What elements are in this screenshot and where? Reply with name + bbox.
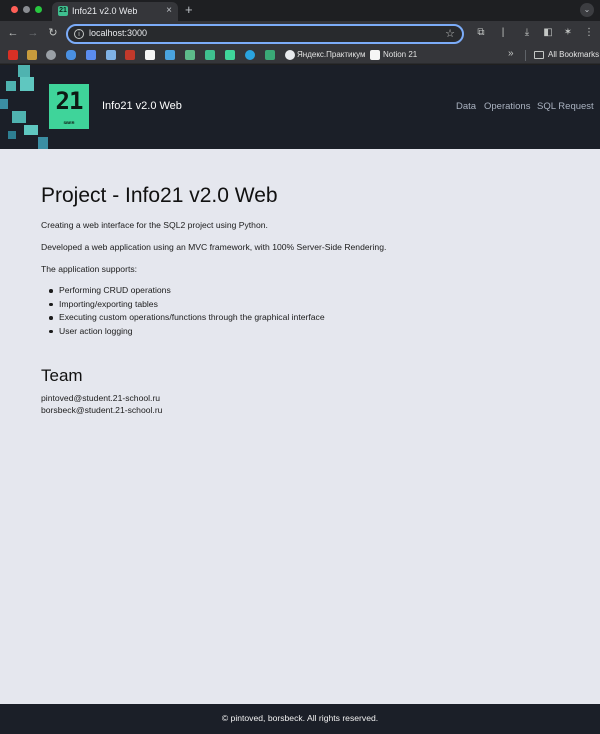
logo-text: 21 [55,87,84,115]
bookmarks-bar: Яндекс.Практикум Notion 21 » All Bookmar… [0,46,600,64]
nav-link-data[interactable]: Data [456,101,476,112]
list-item: Executing custom operations/functions th… [41,311,561,325]
tab-favicon-icon: 21 [58,6,68,16]
star-icon[interactable]: ☆ [445,27,455,40]
site-brand[interactable]: Info21 v2.0 Web [102,100,182,112]
address-url[interactable]: localhost:3000 [89,28,147,38]
site-footer: © pintoved, borsbeck. All rights reserve… [0,704,600,734]
team-member-email: pintoved@student.21-school.ru [41,393,161,403]
bookmark-yandex-praktikum[interactable]: Яндекс.Практикум [297,50,366,59]
window-minimize-button[interactable] [23,6,30,13]
browser-tab-bar: 21 Info21 v2.0 Web × + ⌄ [0,0,600,21]
github-bookmark-icon[interactable] [285,50,295,60]
site-info-icon[interactable]: i [74,29,84,39]
double-chevron-right-icon[interactable]: » [508,48,514,59]
sidebar-icon[interactable]: ◧ [541,26,555,40]
list-item: Importing/exporting tables [41,298,561,312]
address-bar[interactable]: i localhost:3000 ☆ [66,24,464,44]
docs-bookmark-icon[interactable] [86,50,96,60]
apps-bookmark-icon[interactable] [27,50,37,60]
nav-link-sql-request[interactable]: SQL Request [537,101,594,112]
drive-bookmark-icon[interactable] [106,50,116,60]
extensions-icon[interactable]: ⧉ [474,26,488,40]
description-paragraph: The application supports: [41,264,138,274]
browser-toolbar: ← → ↻ i localhost:3000 ☆ ⧉ | ⤓ ◧ ✶ ⋮ [0,21,600,46]
team-member-email: borsbeck@student.21-school.ru [41,405,163,415]
folder-icon[interactable] [534,51,544,59]
cloud-bookmark-icon[interactable] [66,50,76,60]
description-paragraph: Developed a web application using an MVC… [41,242,387,252]
nav-link-operations[interactable]: Operations [484,101,530,112]
logo[interactable]: 21 SBER [49,84,89,129]
window-zoom-button[interactable] [35,6,42,13]
sheets-bookmark-icon[interactable] [185,50,195,60]
chevron-down-icon[interactable]: ⌄ [580,3,594,17]
notion-bookmark-icon[interactable] [370,50,380,60]
close-icon[interactable]: × [166,5,172,17]
download-icon[interactable]: ⤓ [520,26,534,40]
list-item: Performing CRUD operations [41,284,561,298]
browser-tab[interactable]: 21 Info21 v2.0 Web × [52,2,178,21]
forward-arrow-icon[interactable]: → [26,26,40,40]
description-paragraph: Creating a web interface for the SQL2 pr… [41,220,268,230]
play-bookmark-icon[interactable] [145,50,155,60]
media-bookmark-icon[interactable] [125,50,135,60]
page-title: Project - Info21 v2.0 Web [41,184,278,207]
bookmark-notion-21[interactable]: Notion 21 [383,50,417,59]
code-bookmark-icon[interactable] [265,50,275,60]
reload-icon[interactable]: ↻ [46,26,60,40]
team-heading: Team [41,366,83,385]
list-item: User action logging [41,325,561,339]
globe-bookmark-icon[interactable] [46,50,56,60]
bookmarks-divider [525,50,526,61]
main-content: Project - Info21 v2.0 Web Creating a web… [41,183,561,416]
divider-icon: | [501,27,505,38]
tab-title: Info21 v2.0 Web [72,6,138,16]
feature-list: Performing CRUD operations Importing/exp… [41,284,561,338]
bookmark-all-bookmarks[interactable]: All Bookmarks [548,50,599,59]
logo-subtext: SBER [63,120,75,125]
plus-icon[interactable]: + [185,3,193,17]
school21-alt-bookmark-icon[interactable] [225,50,235,60]
footer-copyright: © pintoved, borsbeck. All rights reserve… [221,713,379,723]
gmail-bookmark-icon[interactable] [8,50,18,60]
k-bookmark-icon[interactable] [165,50,175,60]
more-menu-icon[interactable]: ⋮ [582,26,596,40]
site-header: 21 SBER Info21 v2.0 Web Data Operations … [0,65,600,149]
telegram-bookmark-icon[interactable] [245,50,255,60]
window-close-button[interactable] [11,6,18,13]
back-arrow-icon[interactable]: ← [6,26,20,40]
extension-puzzle-icon[interactable]: ✶ [561,26,575,40]
web-page: 21 SBER Info21 v2.0 Web Data Operations … [0,65,600,734]
school21-bookmark-icon[interactable] [205,50,215,60]
